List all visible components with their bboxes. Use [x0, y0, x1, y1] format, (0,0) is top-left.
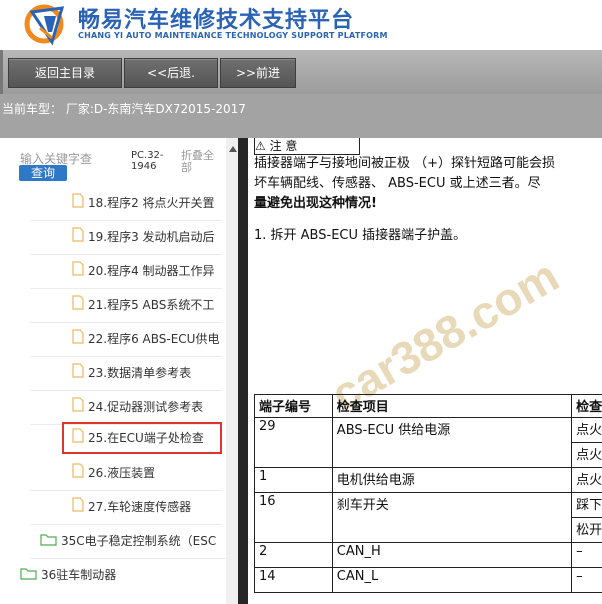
vehicle-bar: 当前车型： 厂家:D-东南汽车DX72015-2017: [0, 94, 602, 138]
table-header: 检查项目: [331, 394, 573, 418]
query-button[interactable]: 查询: [19, 165, 67, 181]
tree-item-doc[interactable]: 26.液压装置: [30, 456, 222, 491]
table-cell: ABS-ECU 供给电源: [331, 417, 573, 468]
table-cell: 14: [254, 567, 333, 593]
warning-line: 插接器端子与接地间被正极 （+）探针短路可能会损: [254, 156, 556, 171]
table-cell: 1: [254, 467, 333, 493]
table-row: 14 CAN_L –: [254, 567, 602, 593]
table-cell: 踩下: [571, 492, 602, 518]
tree-item-selected[interactable]: 25.在ECU端子处检查: [62, 422, 222, 454]
tree-item-folder[interactable]: 36驻车制动器: [0, 558, 222, 592]
tree-item-doc[interactable]: 18.程序2 将点火开关置: [30, 186, 222, 221]
tree-item-label: 18.程序2 将点火开关置: [88, 196, 215, 210]
doc-icon: [72, 323, 84, 357]
table-cell: 点火: [571, 467, 602, 493]
fold-all-button[interactable]: 折叠全部: [181, 150, 221, 174]
tree-item-doc[interactable]: 19.程序3 发动机启动后: [30, 220, 222, 255]
table-row: 16 刹车开关 踩下: [254, 492, 602, 543]
folder-icon: [40, 525, 57, 559]
tree-item-doc[interactable]: 24.促动器测试参考表: [30, 390, 222, 425]
doc-icon: [72, 357, 84, 391]
tree-item-label: 22.程序6 ABS-ECU供电: [88, 332, 220, 346]
tree-item-doc[interactable]: 23.数据清单参考表: [30, 356, 222, 391]
doc-icon: [72, 457, 84, 491]
brand-subtitle: CHANG YI AUTO MAINTENANCE TECHNOLOGY SUP…: [78, 31, 388, 40]
table-cell: CAN_L: [331, 567, 573, 593]
tree-item-label: 24.促动器测试参考表: [88, 400, 204, 414]
warning-text: 插接器端子与接地间被正极 （+）探针短路可能会损 坏车辆配线、传感器、 ABS-…: [254, 154, 602, 214]
back-button[interactable]: <<后退.: [124, 58, 218, 88]
tree-item-label: 27.车轮速度传感器: [88, 500, 192, 514]
table-cell: 点火: [571, 417, 602, 443]
warning-line: 量避免出现这种情况!: [254, 196, 377, 211]
tree-item-label: 25.在ECU端子处检查: [88, 431, 204, 445]
table-cell: 点火: [571, 442, 602, 468]
pc-label: PC.32-1946: [131, 150, 164, 172]
tree-item-label: 19.程序3 发动机启动后: [88, 230, 215, 244]
doc-icon: [72, 289, 84, 323]
tree-item-label: 21.程序5 ABS系统不工: [88, 298, 215, 312]
table-cell: –: [571, 542, 602, 568]
tree-item-label: 23.数据清单参考表: [88, 366, 192, 380]
tree-item-doc[interactable]: 22.程序6 ABS-ECU供电: [30, 322, 222, 357]
doc-icon: [72, 423, 84, 455]
tree-item-doc[interactable]: 20.程序4 制动器工作异: [30, 254, 222, 289]
doc-icon: [72, 255, 84, 289]
table-cell: CAN_H: [331, 542, 573, 568]
sidebar-scrollbar[interactable]: [226, 138, 238, 604]
warning-line: 坏车辆配线、传感器、 ABS-ECU 或上述三者。尽: [254, 176, 541, 191]
tree-item-label: 36驻车制动器: [41, 568, 117, 582]
tree-item-label: 35C电子稳定控制系统（ESC: [61, 534, 217, 548]
chang-yi-logo-icon: [24, 4, 65, 46]
tree-item-doc[interactable]: 27.车轮速度传感器: [30, 490, 222, 525]
forward-button[interactable]: >>前进: [220, 58, 296, 88]
step-text: 1. 拆开 ABS-ECU 插接器端子护盖。: [254, 228, 467, 243]
table-row: 2 CAN_H –: [254, 542, 602, 568]
table-cell: –: [571, 567, 602, 593]
folder-icon: [20, 559, 37, 593]
table-cell: 29: [254, 417, 333, 468]
doc-icon: [72, 187, 84, 221]
table-row: 29 ABS-ECU 供给电源 点火: [254, 417, 602, 468]
notice-label: ⚠ 注 意: [254, 138, 360, 155]
tree-item-doc[interactable]: 21.程序5 ABS系统不工: [30, 288, 222, 323]
table-cell: 刹车开关: [331, 492, 573, 543]
table-cell: 电机供给电源: [331, 467, 573, 493]
home-button[interactable]: 返回主目录: [8, 58, 122, 88]
nav-toolbar: 返回主目录 <<后退. >>前进: [0, 50, 602, 94]
doc-icon: [72, 221, 84, 255]
table-row: 1 电机供给电源 点火: [254, 467, 602, 493]
table-cell: 2: [254, 542, 333, 568]
doc-icon: [72, 491, 84, 525]
content-pane: ⚠ 注 意 插接器端子与接地间被正极 （+）探针短路可能会损 坏车辆配线、传感器…: [248, 138, 602, 604]
tree-item-label: 26.液压装置: [88, 466, 156, 480]
table-header: 检查: [571, 394, 602, 418]
current-vehicle-label: 当前车型： 厂家:D-东南汽车DX72015-2017: [2, 102, 246, 116]
sidebar: 输入关键字查 查询 PC.32-1946 折叠全部 18.程序2 将点火开关置 …: [0, 138, 226, 604]
tree-item-label: 20.程序4 制动器工作异: [88, 264, 215, 278]
doc-icon: [72, 391, 84, 425]
pin-table: 端子编号 检查项目 检查 29 ABS-ECU 供给电源 点火 点火 1 电机供…: [254, 394, 602, 593]
table-header-row: 端子编号 检查项目 检查: [254, 394, 602, 418]
tree-item-folder[interactable]: 35C电子稳定控制系统（ESC: [30, 524, 226, 559]
toolbar-accent: [0, 50, 3, 94]
pane-divider[interactable]: [238, 138, 248, 604]
table-cell: 松开: [571, 517, 602, 543]
brand-title: 畅易汽车维修技术支持平台: [78, 8, 355, 33]
table-cell: 16: [254, 492, 333, 543]
app-header: 畅易汽车维修技术支持平台 CHANG YI AUTO MAINTENANCE T…: [0, 0, 602, 50]
scroll-up-arrow-icon[interactable]: [229, 146, 237, 152]
table-header: 端子编号: [254, 394, 333, 418]
